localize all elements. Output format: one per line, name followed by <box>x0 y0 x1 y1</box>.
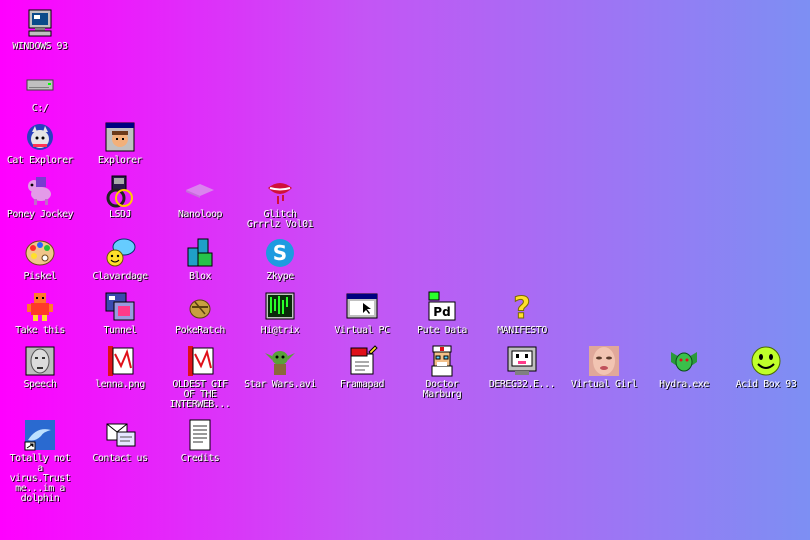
desktop-icon-label: Glitch Grrrlz Vol01 <box>246 209 314 230</box>
cat-explorer-icon <box>27 124 53 150</box>
desktop-icon-contact-us[interactable]: Contact us <box>80 418 160 464</box>
desktop-icon-dolphin[interactable]: Totally not a virus.Trust me...im a dolp… <box>0 418 80 504</box>
framapad-icon <box>350 345 378 375</box>
desktop-icon-label: Speech <box>23 379 57 390</box>
desktop-icon-label: Blox <box>188 271 212 282</box>
desktop-icon-label: Doctor Marburg <box>422 379 462 400</box>
desktop-icon-label: Totally not a virus.Trust me...im a dolp… <box>9 453 71 504</box>
desktop-icon-dereg32[interactable]: DEREG32.E... <box>482 344 562 390</box>
desktop-icon-hiatrix[interactable]: Hi@trix <box>240 290 320 336</box>
desktop-icon-nanoloop[interactable]: Nanoloop <box>160 174 240 220</box>
desktop-icon-label: Poney Jockey <box>6 209 74 220</box>
desktop-icon-clavardage[interactable]: Clavardage <box>80 236 160 282</box>
desktop-icon-virtual-pc[interactable]: Virtual PC <box>322 290 402 336</box>
matrix-icon <box>265 292 295 320</box>
desktop-icon-label: Tunnel <box>103 325 137 336</box>
desktop-icon-label: Explorer <box>97 155 143 166</box>
yoda-icon <box>265 351 295 375</box>
desktop-icon-lenna[interactable]: lenna.png <box>80 344 160 390</box>
blox-icon <box>187 238 213 267</box>
tunnel-icon <box>105 292 135 321</box>
desktop-icon-credits[interactable]: Credits <box>160 418 240 464</box>
desktop-icon-pute-data[interactable]: Pd Pute Data <box>402 290 482 336</box>
desktop-icon-speech[interactable]: Speech <box>0 344 80 390</box>
desktop-icon-take-this[interactable]: Take this <box>0 290 80 336</box>
virtual-girl-icon <box>589 346 619 376</box>
desktop-icon-poney-jockey[interactable]: Poney Jockey <box>0 174 80 220</box>
desktop-icon-label: OLDEST GIF OF THE INTERWEB... <box>169 379 231 410</box>
desktop-icon-label: C:/ <box>31 103 49 114</box>
chat-icon <box>106 238 136 267</box>
dolphin-icon <box>24 420 55 451</box>
desktop-icon-label: Hydra.exe <box>659 379 709 390</box>
desktop-icon-manifesto[interactable]: ? MANIFESTO <box>482 290 562 336</box>
desktop-icon-label: Cat Explorer <box>6 155 74 166</box>
glitch-lips-icon <box>268 183 292 204</box>
desktop-icon-label: Framapad <box>339 379 385 390</box>
pure-data-icon: Pd <box>428 291 456 321</box>
desktop-icon-framapad[interactable]: Framapad <box>322 344 402 390</box>
desktop-icon-glitch-grrrlz[interactable]: Glitch Grrrlz Vol01 <box>240 174 320 230</box>
desktop-icon-label: Take this <box>15 325 65 336</box>
desktop-icon-zkype[interactable]: S Zkype <box>240 236 320 282</box>
desktop-icon-label: Clavardage <box>92 271 148 282</box>
computer-icon <box>28 9 52 37</box>
desktop-icon-hydra[interactable]: Hydra.exe <box>644 344 724 390</box>
desktop-icon-label: lenna.png <box>95 379 145 390</box>
desktop-icon-virtual-girl[interactable]: Virtual Girl <box>564 344 644 390</box>
poke-icon <box>189 299 211 319</box>
desktop-icon-label: Virtual PC <box>334 325 390 336</box>
desktop-icon-windows93[interactable]: WINDOWS 93 <box>0 6 80 52</box>
question-mark-icon: ? <box>513 291 531 325</box>
pony-icon <box>28 177 51 205</box>
desktop-icon-label: Zkype <box>266 271 294 282</box>
desktop-icon-label: PokeRatch <box>175 325 225 336</box>
desktop-icon-label: Hi@trix <box>260 325 300 336</box>
doctor-icon <box>431 345 453 377</box>
desktop-icon-tunnel[interactable]: Tunnel <box>80 290 160 336</box>
nanoloop-icon <box>186 184 214 198</box>
desktop-icon-label: WINDOWS 93 <box>12 41 68 52</box>
zkype-icon: S <box>266 239 294 267</box>
desktop-icon-oldest-gif[interactable]: OLDEST GIF OF THE INTERWEB... <box>160 344 240 410</box>
hydra-icon <box>671 352 697 372</box>
credits-icon <box>189 419 211 451</box>
desktop-icon-cat-explorer[interactable]: Cat Explorer <box>0 120 80 166</box>
desktop-icon-acid-box[interactable]: Acid Box 93 <box>726 344 806 390</box>
dereg-icon <box>507 346 537 375</box>
desktop-icon-doctor-marburg[interactable]: Doctor Marburg <box>402 344 482 400</box>
pixel-character-icon <box>27 293 53 321</box>
desktop-icon-c-drive[interactable]: C:/ <box>0 68 80 114</box>
desktop-icon-label: Credits <box>180 453 220 464</box>
contact-icon <box>106 423 136 447</box>
svg-text:?: ? <box>513 291 530 324</box>
desktop-icon-label: LSDJ <box>108 209 132 220</box>
virtual-pc-icon <box>346 293 378 319</box>
desktop-icon-label: Pute Data <box>417 325 467 336</box>
desktop-icon-pokeratch[interactable]: PokeRatch <box>160 290 240 336</box>
svg-text:Pd: Pd <box>433 305 450 319</box>
desktop-icon-explorer[interactable]: Explorer <box>80 120 160 166</box>
desktop-icon-label: Contact us <box>92 453 148 464</box>
desktop-icon-label: DEREG32.E... <box>488 379 556 390</box>
smiley-icon <box>751 346 781 376</box>
image-file-icon <box>108 346 134 376</box>
desktop-icon-label: Acid Box 93 <box>735 379 797 390</box>
face-speech-icon <box>25 346 55 376</box>
desktop-icon-piskel[interactable]: Piskel <box>0 236 80 282</box>
palette-icon <box>25 240 55 266</box>
gif-file-icon <box>188 346 214 376</box>
desktop-icon-lsdj[interactable]: LSDJ <box>80 174 160 220</box>
desktop-icon-label: Star Wars.avi <box>244 379 316 390</box>
desktop-icon-star-wars[interactable]: Star Wars.avi <box>240 344 320 390</box>
desktop-icon-label: MANIFESTO <box>497 325 547 336</box>
desktop-icon-blox[interactable]: Blox <box>160 236 240 282</box>
drive-icon <box>26 79 54 91</box>
desktop-icon-label: Virtual Girl <box>570 379 638 390</box>
desktop-icon-label: Piskel <box>23 271 57 282</box>
explorer-icon <box>105 122 135 152</box>
svg-text:S: S <box>273 241 287 265</box>
desktop-icon-label: Nanoloop <box>177 209 223 220</box>
lsdj-icon <box>106 175 133 208</box>
